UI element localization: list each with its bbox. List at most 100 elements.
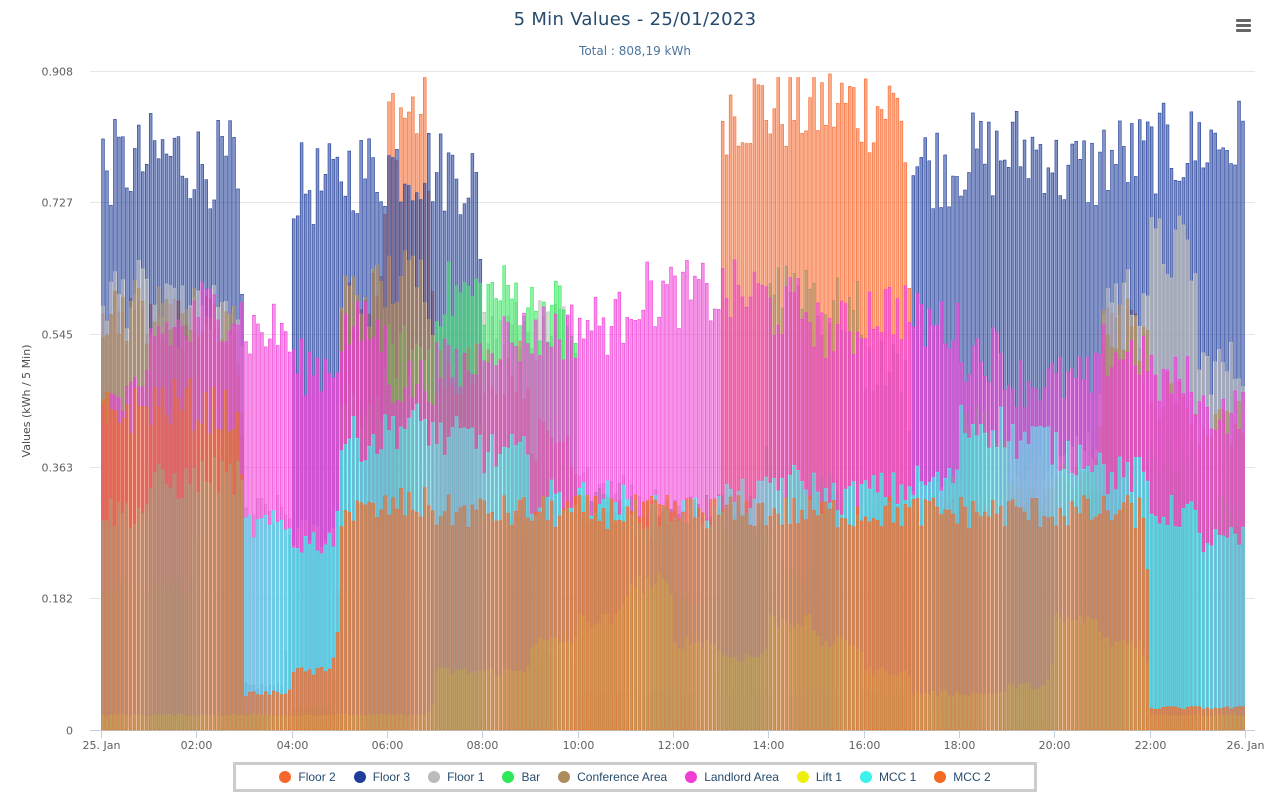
bar[interactable] <box>1022 511 1027 731</box>
bar[interactable] <box>728 496 733 731</box>
bar[interactable] <box>744 501 749 731</box>
bar[interactable] <box>109 409 113 731</box>
bar[interactable] <box>681 511 685 731</box>
bar[interactable] <box>816 515 820 731</box>
bar[interactable] <box>788 523 792 731</box>
bar[interactable] <box>220 429 224 731</box>
bar[interactable] <box>522 497 526 731</box>
bar[interactable] <box>287 689 292 731</box>
bar[interactable] <box>1102 495 1106 731</box>
bar[interactable] <box>200 423 204 731</box>
bar[interactable] <box>995 513 999 731</box>
bar[interactable] <box>1209 709 1213 731</box>
bar[interactable] <box>1042 516 1047 731</box>
bar[interactable] <box>144 406 149 731</box>
bar[interactable] <box>931 497 935 731</box>
bar[interactable] <box>832 499 836 731</box>
bar[interactable] <box>697 508 701 731</box>
bar[interactable] <box>1173 706 1178 731</box>
bar[interactable] <box>589 519 594 731</box>
bar[interactable] <box>550 500 554 731</box>
bar[interactable] <box>1094 516 1098 731</box>
bar[interactable] <box>212 386 216 731</box>
bar[interactable] <box>419 516 423 731</box>
bar[interactable] <box>216 428 220 731</box>
bar[interactable] <box>840 517 844 731</box>
bar[interactable] <box>709 499 713 731</box>
bar[interactable] <box>820 501 824 731</box>
bar[interactable] <box>438 516 443 731</box>
bar[interactable] <box>355 500 359 731</box>
bar[interactable] <box>963 506 967 731</box>
bar[interactable] <box>1161 706 1166 731</box>
bar[interactable] <box>474 509 479 731</box>
bar[interactable] <box>812 509 816 731</box>
bar[interactable] <box>689 499 693 731</box>
bar[interactable] <box>947 510 951 731</box>
bar[interactable] <box>1030 498 1035 731</box>
bar[interactable] <box>1181 709 1186 731</box>
bar[interactable] <box>713 498 717 731</box>
bar[interactable] <box>796 523 800 731</box>
bar[interactable] <box>633 494 637 731</box>
bar[interactable] <box>395 508 399 731</box>
bar[interactable] <box>760 502 765 731</box>
bar[interactable] <box>1241 526 1245 731</box>
bar[interactable] <box>152 387 157 731</box>
bar[interactable] <box>204 391 208 731</box>
bar[interactable] <box>613 520 618 731</box>
bar[interactable] <box>597 521 602 731</box>
bar[interactable] <box>1074 506 1078 731</box>
bar[interactable] <box>466 526 471 731</box>
bar[interactable] <box>1213 707 1217 731</box>
bar[interactable] <box>228 431 232 731</box>
bar[interactable] <box>498 520 502 731</box>
bar[interactable] <box>856 506 860 731</box>
legend-item-landlord-area[interactable]: Landlord Area <box>685 770 779 784</box>
bar[interactable] <box>383 495 387 731</box>
bar[interactable] <box>454 511 459 731</box>
bar[interactable] <box>859 520 864 731</box>
bar[interactable] <box>1237 544 1241 731</box>
bar[interactable] <box>1173 526 1178 731</box>
bar[interactable] <box>423 487 427 731</box>
bar[interactable] <box>923 499 927 731</box>
bar[interactable] <box>772 508 776 731</box>
bar[interactable] <box>844 518 848 731</box>
bar[interactable] <box>1018 507 1023 731</box>
bar[interactable] <box>1149 513 1154 731</box>
bar[interactable] <box>673 502 677 731</box>
bar[interactable] <box>1189 706 1194 731</box>
bar[interactable] <box>1153 516 1158 731</box>
bar[interactable] <box>458 507 463 731</box>
legend-item-floor-3[interactable]: Floor 3 <box>353 770 410 784</box>
bar[interactable] <box>716 515 721 731</box>
bar[interactable] <box>1197 533 1202 731</box>
bar[interactable] <box>645 500 649 731</box>
bar[interactable] <box>1082 495 1086 731</box>
bar[interactable] <box>164 415 169 731</box>
bar[interactable] <box>303 671 308 731</box>
bar[interactable] <box>621 521 626 731</box>
bar[interactable] <box>677 518 681 731</box>
bar[interactable] <box>133 388 137 731</box>
bar[interactable] <box>1197 706 1202 731</box>
bar[interactable] <box>442 511 447 731</box>
bar[interactable] <box>669 511 673 731</box>
bar[interactable] <box>1157 523 1162 731</box>
bar[interactable] <box>987 516 991 731</box>
bar[interactable] <box>367 501 371 731</box>
bar[interactable] <box>895 507 900 731</box>
bar[interactable] <box>1189 501 1194 731</box>
bar[interactable] <box>581 512 586 731</box>
bar[interactable] <box>566 501 570 731</box>
bar[interactable] <box>236 411 240 731</box>
bar[interactable] <box>478 498 483 731</box>
bar[interactable] <box>776 513 780 731</box>
bar[interactable] <box>617 520 622 731</box>
bar[interactable] <box>1169 706 1174 731</box>
bar[interactable] <box>609 498 614 731</box>
bar[interactable] <box>1165 706 1170 731</box>
bar[interactable] <box>939 514 943 731</box>
bar[interactable] <box>276 692 280 731</box>
